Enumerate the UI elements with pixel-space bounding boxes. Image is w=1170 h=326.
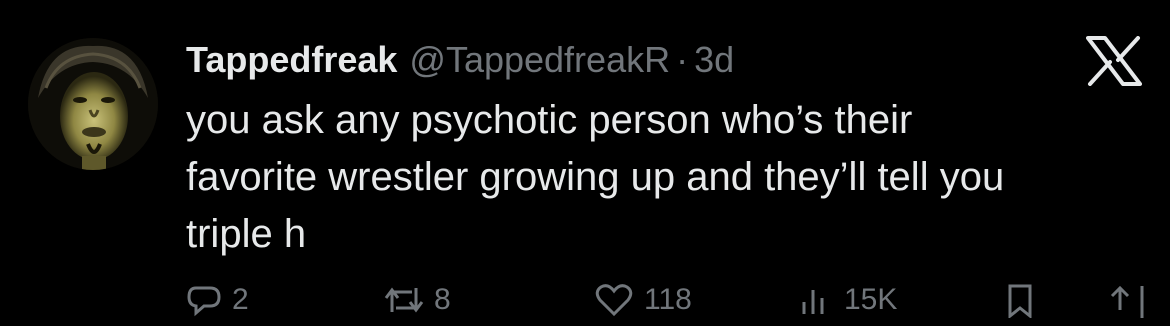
reply-icon — [186, 282, 222, 318]
repost-icon — [384, 282, 424, 318]
x-logo-icon — [1086, 36, 1142, 86]
reply-count: 2 — [232, 283, 249, 316]
tweet[interactable]: Tappedfreak @TappedfreakR · 3d you ask a… — [0, 0, 1170, 318]
like-count: 118 — [644, 283, 692, 316]
avatar[interactable] — [28, 38, 158, 170]
share-button[interactable] — [1102, 282, 1146, 318]
views-button[interactable]: 15K — [798, 282, 897, 318]
separator-dot: · — [676, 39, 689, 80]
views-count: 15K — [844, 283, 898, 316]
share-icon — [1102, 282, 1146, 318]
display-name[interactable]: Tappedfreak — [186, 39, 397, 81]
reply-button[interactable]: 2 — [186, 282, 249, 318]
tweet-header: Tappedfreak @TappedfreakR · 3d — [186, 36, 734, 84]
user-handle[interactable]: @TappedfreakR — [409, 39, 670, 81]
like-button[interactable]: 118 — [594, 282, 692, 318]
views-icon — [798, 282, 834, 318]
repost-button[interactable]: 8 — [384, 282, 451, 318]
repost-count: 8 — [434, 283, 451, 316]
tweet-text: you ask any psychotic person who’s their… — [186, 98, 1005, 256]
bookmark-button[interactable] — [1002, 282, 1038, 318]
heart-icon — [594, 282, 634, 318]
bookmark-icon — [1002, 282, 1038, 318]
action-bar: 2 8 118 15K — [186, 282, 1170, 326]
timestamp[interactable]: 3d — [694, 39, 734, 81]
